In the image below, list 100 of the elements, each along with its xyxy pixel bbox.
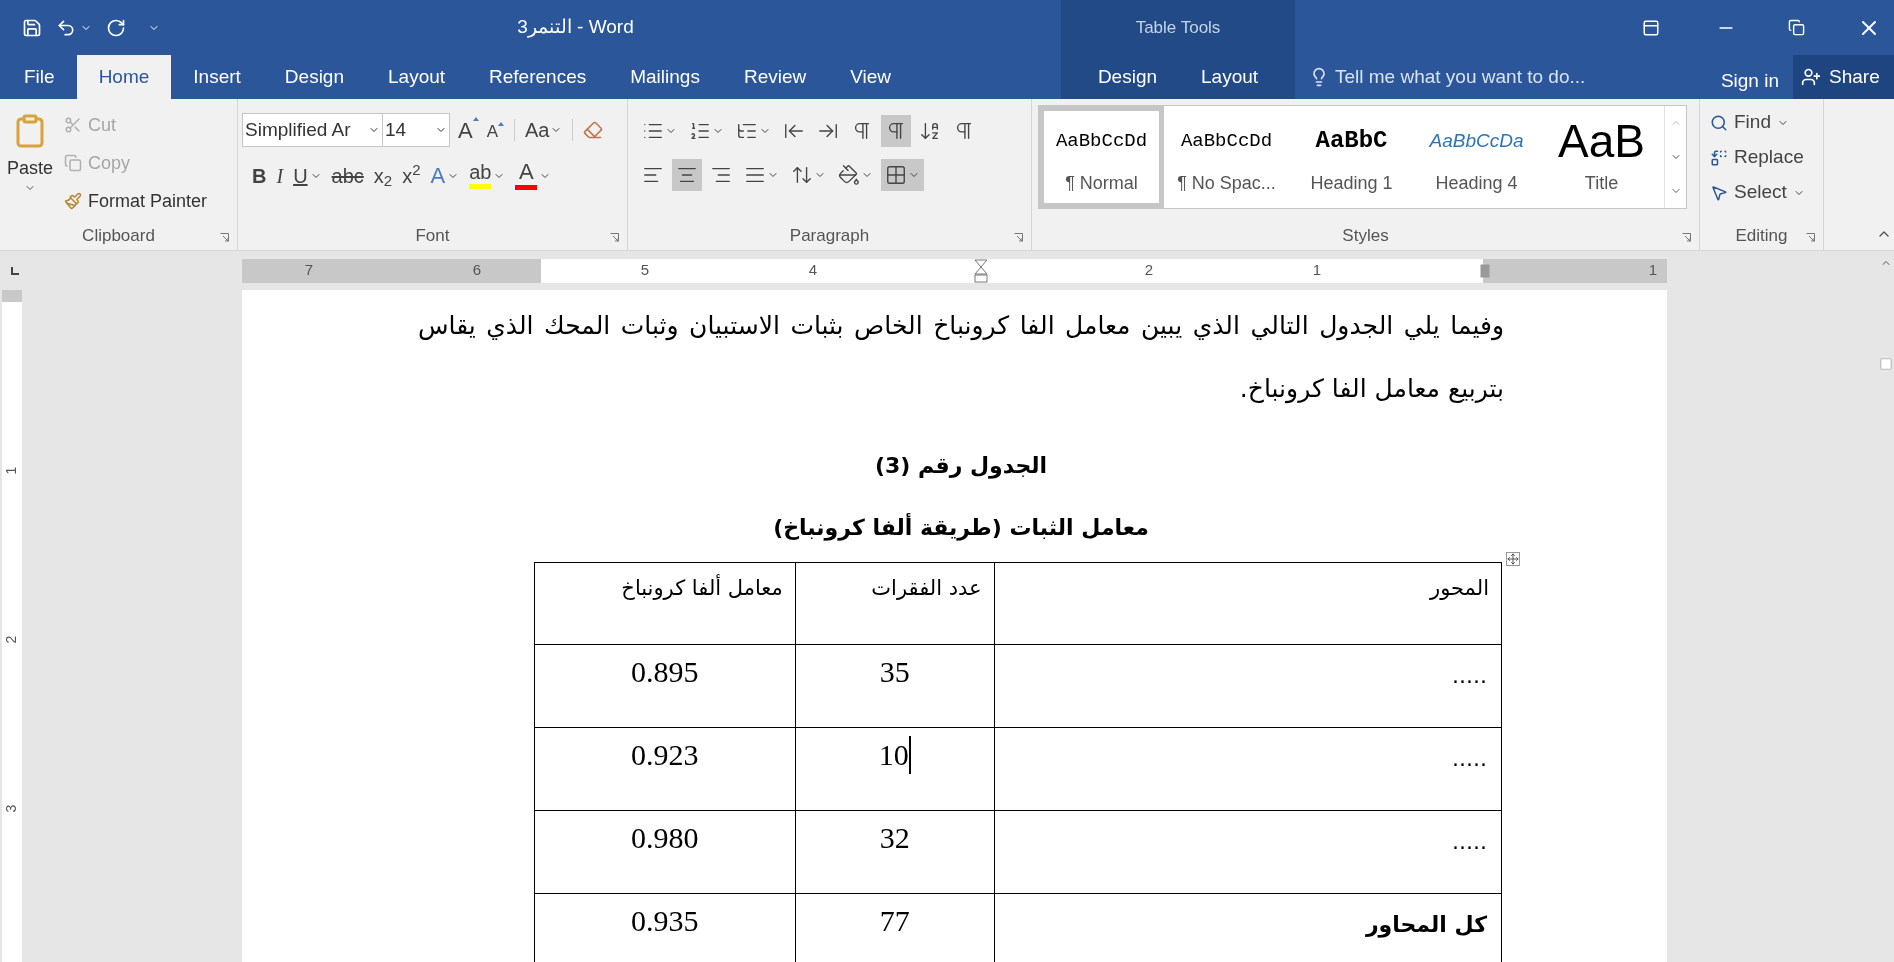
- format-button[interactable]: x$_{2}$: [373, 165, 393, 186]
- ruler-number: 2: [2, 635, 21, 644]
- sort-icon: [919, 120, 941, 142]
- format-button[interactable]: A: [430, 164, 460, 187]
- group-label: Clipboard: [82, 225, 155, 248]
- dialog-launcher-icon[interactable]: [1682, 233, 1691, 242]
- ribbon-tab[interactable]: Home: [76, 55, 172, 99]
- table-cell-text: 0.923: [631, 737, 699, 773]
- format-button[interactable]: U: [293, 165, 322, 186]
- change-case-button[interactable]: Aa: [525, 115, 562, 145]
- style-item[interactable]: AaBbCcDd ¶ No Spac...: [1164, 106, 1289, 208]
- ribbon-tab[interactable]: Design: [262, 55, 366, 99]
- search-icon: [1710, 113, 1728, 132]
- style-item[interactable]: AaBbCcDa Heading 4: [1414, 106, 1539, 208]
- ruler-number: 2: [1144, 260, 1154, 281]
- undo-icon[interactable]: [56, 17, 76, 38]
- replace-icon: [1710, 148, 1728, 167]
- editing-button[interactable]: Replace: [1710, 142, 1805, 173]
- column-header: عدد الفقرات: [871, 576, 982, 600]
- save-icon[interactable]: [22, 17, 42, 38]
- dialog-launcher-icon[interactable]: [1014, 233, 1023, 242]
- ribbon-tab[interactable]: Design: [1075, 55, 1180, 99]
- table-cell: .....: [1452, 663, 1487, 688]
- table-cell-text: 0.895: [631, 654, 699, 690]
- format-button[interactable]: x$^{2}$: [402, 165, 421, 186]
- person-plus-icon: [1801, 67, 1821, 87]
- ruler-number: 6: [472, 260, 482, 281]
- ruler-number: 1: [1648, 260, 1658, 281]
- format-button[interactable]: B: [252, 165, 267, 186]
- ribbon-tab[interactable]: Layout: [1179, 55, 1281, 99]
- body-paragraph: وفيما يلي الجدول التالي الذي يبين معامل الفا كرونباخ الخاص بثبات الاستبيان وثبات المحك الذي يقاس بتربيع معامل الفا كرونباخ.: [418, 310, 1504, 406]
- scissors-icon: [64, 116, 82, 134]
- ruler-number: 1: [2, 466, 21, 475]
- ribbon-tab[interactable]: Review: [721, 55, 829, 99]
- ruler-number: 4: [808, 260, 818, 281]
- tab-selector-icon[interactable]: [10, 265, 20, 276]
- ribbon-tab[interactable]: References: [467, 55, 609, 99]
- style-item[interactable]: AaBbCcDd ¶ Normal: [1039, 106, 1164, 208]
- format-button[interactable]: abc: [331, 165, 364, 186]
- ribbon-tab[interactable]: File: [2, 55, 77, 99]
- style-item[interactable]: AaB Title: [1539, 106, 1664, 208]
- borders-icon: [885, 164, 907, 186]
- table-caption: الجدول رقم (3): [874, 452, 1048, 481]
- column-header: معامل ألفا كرونباخ: [621, 576, 783, 600]
- ribbon-tab[interactable]: View: [828, 55, 914, 99]
- restore-icon[interactable]: [1788, 19, 1805, 36]
- paint-bucket-icon: [838, 164, 860, 186]
- shrink-font-button[interactable]: A: [486, 119, 505, 145]
- editing-button[interactable]: Find: [1710, 107, 1805, 138]
- ruler-number: 3: [2, 804, 21, 813]
- group-label: Font: [415, 225, 450, 248]
- dialog-launcher-icon[interactable]: [610, 233, 619, 242]
- numbered-list-icon: [689, 120, 711, 142]
- ruler-number: 1: [1312, 260, 1322, 281]
- group-label: Styles: [1342, 225, 1389, 248]
- paragraph-button[interactable]: [881, 115, 911, 147]
- share-button[interactable]: Share: [1793, 55, 1894, 99]
- sign-in-button[interactable]: Sign in: [1720, 66, 1779, 95]
- ruler-number: 5: [640, 260, 650, 281]
- table-cell-text: 35: [879, 654, 910, 690]
- paragraph-button[interactable]: [881, 159, 924, 191]
- table-caption: معامل الثبات (طريقة ألفا كرونباخ): [773, 512, 1149, 543]
- ribbon-tab[interactable]: Layout: [366, 55, 468, 99]
- table-cell: كل المحاور: [1365, 912, 1487, 937]
- table-cell-text: 10: [878, 737, 909, 773]
- column-header: المحور: [1430, 576, 1489, 600]
- pointer-icon: [1710, 183, 1728, 202]
- redo-icon[interactable]: [106, 17, 126, 38]
- table-cell: .....: [1452, 829, 1487, 854]
- dialog-launcher-icon[interactable]: [220, 233, 229, 242]
- copy-icon: [64, 154, 82, 172]
- font-size-field[interactable]: 14: [383, 113, 450, 147]
- clipboard-action[interactable]: Format Painter: [64, 185, 208, 217]
- ribbon-display-options-icon[interactable]: [1642, 18, 1660, 37]
- paintbrush-icon: [64, 192, 82, 210]
- style-item[interactable]: AaBbC Heading 1: [1289, 106, 1414, 208]
- context-group-title: Table Tools: [1135, 16, 1221, 39]
- table-cell-text: 0.980: [631, 820, 699, 856]
- table-cell-text: 32: [879, 820, 910, 856]
- table-cell: .....: [1452, 746, 1487, 771]
- ruler-number: 7: [304, 260, 314, 281]
- ribbon-tab[interactable]: Insert: [171, 55, 263, 99]
- table-cell-text: 0.935: [631, 903, 699, 939]
- window-title: التنمر3 - Word: [517, 15, 634, 40]
- paragraph-button[interactable]: [672, 159, 702, 191]
- grow-font-button[interactable]: A: [458, 113, 479, 147]
- margin-marker-icon[interactable]: [1480, 263, 1490, 278]
- format-button[interactable]: I: [276, 165, 284, 186]
- indent-marker-icon[interactable]: [974, 258, 988, 283]
- editing-button[interactable]: Select: [1710, 177, 1805, 208]
- ribbon-tab[interactable]: Mailings: [608, 55, 722, 99]
- table-move-handle-icon[interactable]: [1506, 552, 1520, 566]
- eraser-icon[interactable]: [582, 120, 603, 140]
- dialog-launcher-icon[interactable]: [1806, 233, 1815, 242]
- table-cell-text: 77: [879, 903, 910, 939]
- tell-me-field[interactable]: Tell me what you want to do...: [1335, 62, 1655, 92]
- paste-button[interactable]: Paste: [2, 99, 58, 222]
- font-name-field[interactable]: Simplified Ar: [242, 113, 383, 147]
- format-button[interactable]: A: [515, 161, 552, 190]
- format-button[interactable]: ab: [469, 162, 506, 189]
